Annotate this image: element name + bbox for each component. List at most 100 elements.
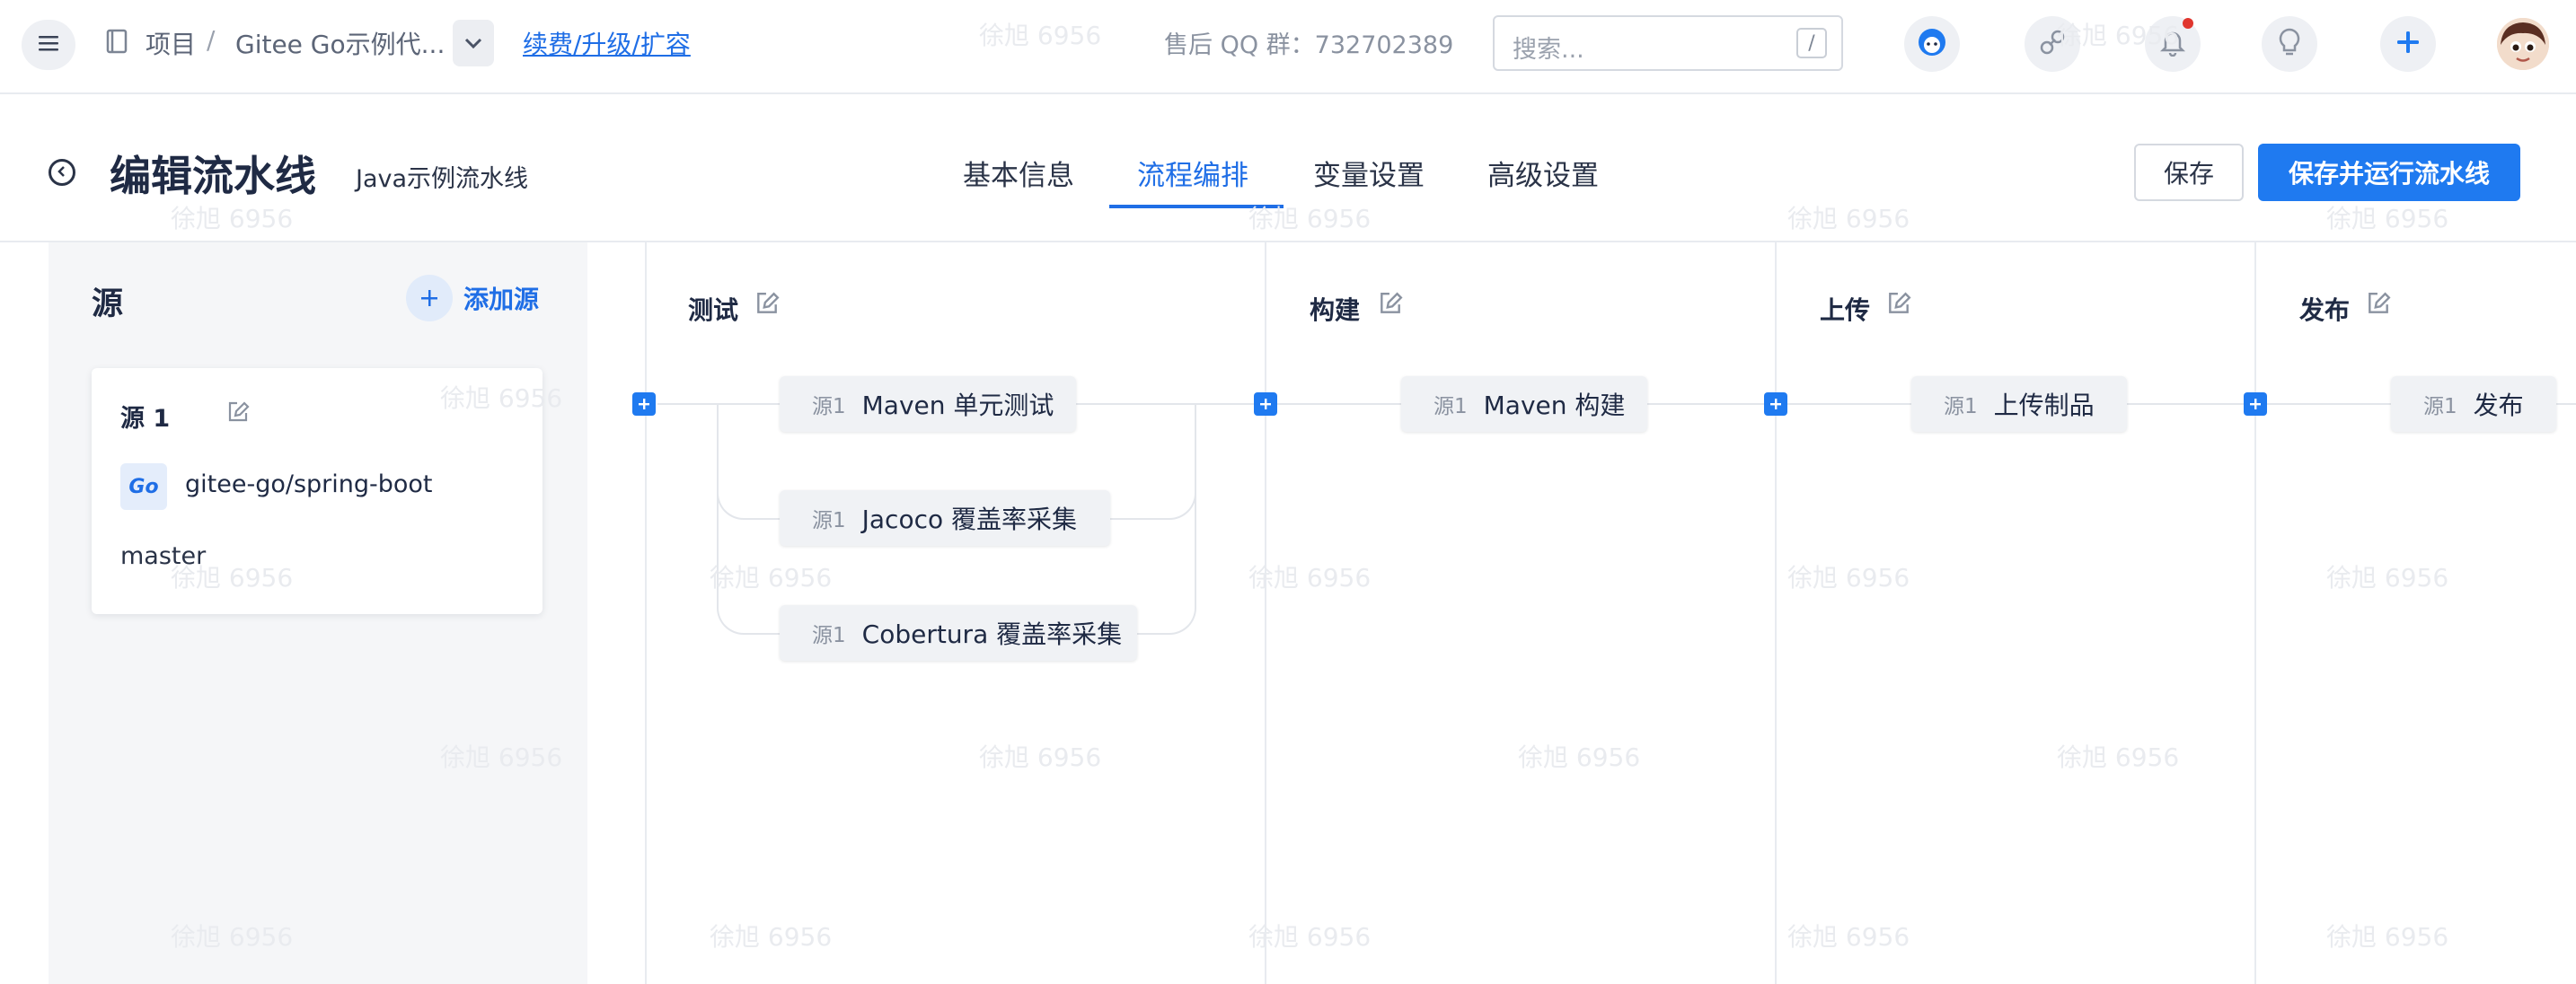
search-input[interactable]: 搜索... /: [1493, 15, 1843, 71]
watermark: 徐旭 6956: [1518, 742, 1641, 772]
assistant-icon: [1917, 27, 1947, 61]
stage-title-upload: 上传: [1820, 295, 1871, 325]
pipeline-name: Java示例流水线: [356, 165, 529, 193]
job-card[interactable]: 源1 上传制品: [1911, 376, 2127, 432]
chevron-down-icon: [464, 35, 482, 52]
source-panel: 源 添加源 源 1 Go gitee-go/spring-boot master: [49, 242, 587, 984]
watermark: 徐旭 6956: [1248, 922, 1372, 952]
watermark: 徐旭 6956: [2326, 204, 2449, 233]
menu-button[interactable]: [22, 20, 75, 70]
edit-icon[interactable]: [1886, 291, 1911, 320]
watermark: 徐旭 6956: [2326, 922, 2449, 952]
stage-column-build: [1265, 242, 1266, 984]
assistant-button[interactable]: [1904, 16, 1960, 72]
job-label: 发布: [2473, 391, 2524, 420]
watermark: 徐旭 6956: [2326, 563, 2449, 593]
qq-group-text: 售后 QQ 群：732702389: [1164, 31, 1454, 59]
job-card[interactable]: 源1 Maven 单元测试: [780, 376, 1076, 432]
job-source-tag: 源1: [812, 509, 846, 532]
job-card[interactable]: 源1 发布: [2391, 376, 2556, 432]
top-bar: 项目 / Gitee Go示例代... 续费/升级/扩容 售后 QQ 群：732…: [0, 0, 2576, 94]
watermark: 徐旭 6956: [1787, 563, 1910, 593]
stage-title-test: 测试: [688, 295, 739, 325]
plus-icon: [1770, 399, 1781, 409]
watermark: 徐旭 6956: [1787, 922, 1910, 952]
job-label: Maven 构建: [1483, 391, 1626, 420]
back-button[interactable]: [49, 159, 75, 186]
repo-switch-button[interactable]: [453, 20, 494, 66]
watermark: 徐旭 6956: [171, 563, 294, 593]
watermark: 徐旭 6956: [2057, 21, 2180, 50]
watermark: 徐旭 6956: [2057, 742, 2180, 772]
save-button[interactable]: 保存: [2134, 144, 2244, 201]
job-label: Jacoco 覆盖率采集: [861, 505, 1078, 534]
job-card[interactable]: 源1 Cobertura 覆盖率采集: [780, 605, 1137, 661]
job-label: Cobertura 覆盖率采集: [861, 619, 1123, 649]
search-placeholder: 搜索...: [1513, 36, 1584, 64]
source-panel-title: 源: [92, 286, 124, 322]
user-avatar[interactable]: [2497, 18, 2549, 70]
hamburger-icon: [39, 35, 58, 55]
stage-column-upload: [1775, 242, 1777, 984]
watermark: 徐旭 6956: [710, 563, 833, 593]
page-title: 编辑流水线: [110, 152, 316, 200]
job-source-tag: 源1: [812, 395, 846, 418]
job-source-tag: 源1: [1434, 395, 1468, 418]
go-logo-icon: Go: [120, 463, 167, 510]
watermark: 徐旭 6956: [171, 922, 294, 952]
watermark: 徐旭 6956: [1248, 204, 1372, 233]
add-stage-button[interactable]: [2244, 392, 2267, 416]
watermark: 徐旭 6956: [1787, 204, 1910, 233]
edit-icon[interactable]: [226, 400, 250, 427]
job-label: 上传制品: [1993, 391, 2095, 420]
plus-icon: [639, 399, 649, 409]
create-button[interactable]: [2380, 16, 2436, 72]
edit-icon[interactable]: [754, 291, 780, 320]
add-stage-button[interactable]: [632, 392, 656, 416]
tab-variables[interactable]: 变量设置: [1313, 153, 1425, 193]
upgrade-link[interactable]: 续费/升级/扩容: [523, 25, 691, 61]
watermark: 徐旭 6956: [440, 742, 563, 772]
stage-title-release: 发布: [2299, 295, 2351, 325]
chevron-left-icon: [57, 164, 67, 181]
tips-button[interactable]: [2262, 16, 2317, 72]
watermark: 徐旭 6956: [1248, 563, 1372, 593]
watermark: 徐旭 6956: [171, 204, 294, 233]
stage-column-release: [2254, 242, 2256, 984]
breadcrumb-repo[interactable]: Gitee Go示例代...: [235, 25, 445, 61]
plus-icon: [2250, 399, 2261, 409]
watermark: 徐旭 6956: [979, 21, 1102, 50]
add-stage-button[interactable]: [1254, 392, 1277, 416]
watermark: 徐旭 6956: [440, 383, 563, 413]
breadcrumb-projects[interactable]: 项目: [146, 25, 196, 61]
breadcrumb-separator: /: [207, 25, 216, 55]
tab-advanced[interactable]: 高级设置: [1487, 153, 1599, 193]
stage-column-test: [645, 242, 647, 984]
plus-icon: [2395, 30, 2421, 58]
add-circle-icon: [406, 275, 453, 321]
job-source-tag: 源1: [812, 624, 846, 647]
watermark: 徐旭 6956: [710, 922, 833, 952]
edit-icon[interactable]: [2366, 291, 2391, 320]
add-source-button[interactable]: 添加源: [406, 275, 539, 321]
tab-basic-info[interactable]: 基本信息: [963, 153, 1074, 193]
plus-icon: [1260, 399, 1271, 409]
edit-icon[interactable]: [1378, 291, 1403, 320]
job-card[interactable]: 源1 Jacoco 覆盖率采集: [780, 490, 1110, 546]
job-card[interactable]: 源1 Maven 构建: [1401, 376, 1647, 432]
job-label: Maven 单元测试: [861, 391, 1054, 420]
job-source-tag: 源1: [1944, 395, 1978, 418]
lightbulb-icon: [2277, 27, 2302, 61]
add-source-label: 添加源: [463, 285, 540, 314]
project-icon: [106, 29, 128, 57]
source-card-name: 源 1: [120, 405, 171, 433]
save-and-run-button[interactable]: 保存并运行流水线: [2258, 144, 2520, 201]
search-shortcut-key: /: [1796, 28, 1827, 58]
stage-title-build: 构建: [1310, 295, 1361, 325]
add-stage-button[interactable]: [1764, 392, 1787, 416]
job-source-tag: 源1: [2423, 395, 2457, 418]
watermark: 徐旭 6956: [979, 742, 1102, 772]
notification-dot: [2183, 18, 2193, 29]
tab-workflow[interactable]: 流程编排: [1137, 153, 1248, 193]
source-repo-name: gitee-go/spring-boot: [185, 470, 433, 498]
